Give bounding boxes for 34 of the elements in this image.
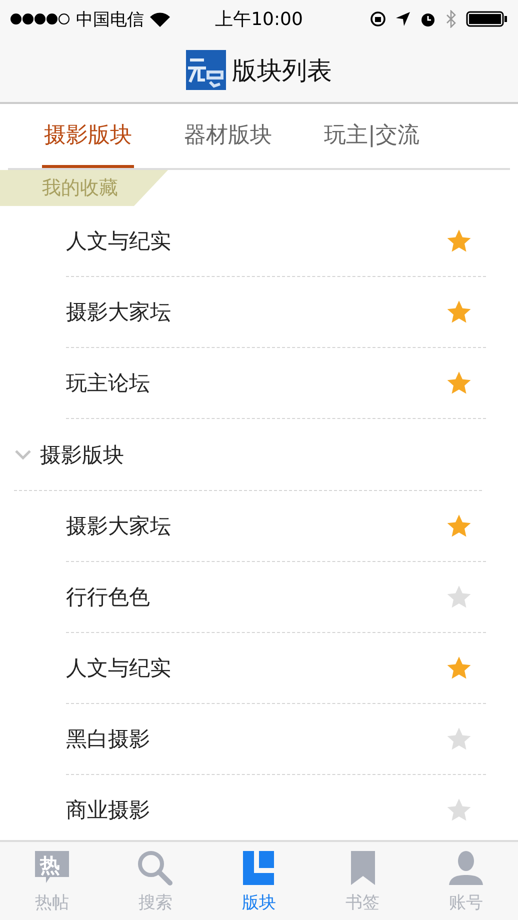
location-arrow-icon	[396, 12, 410, 26]
category-tab[interactable]: 玩主|交流	[322, 104, 422, 168]
tab-bar-item[interactable]: 版块	[207, 842, 311, 920]
favorite-star-toggle[interactable]	[446, 726, 472, 752]
chevron-icon	[14, 448, 32, 460]
wifi-icon	[150, 12, 170, 26]
bluetooth-icon	[446, 10, 456, 28]
search-icon	[136, 848, 174, 886]
board-name[interactable]: 摄影大家坛	[66, 298, 446, 326]
page-title: 版块列表	[232, 54, 332, 86]
battery-icon	[466, 11, 508, 27]
logo-icon	[186, 50, 226, 90]
favorite-star-toggle[interactable]	[446, 370, 472, 396]
board-name[interactable]: 行行色色	[66, 583, 446, 611]
board-name[interactable]: 黑白摄影	[66, 725, 446, 753]
board-name[interactable]: 摄影大家坛	[66, 512, 446, 540]
group-header[interactable]: 摄影版块	[14, 419, 482, 491]
favorite-star-toggle[interactable]	[446, 655, 472, 681]
board-name[interactable]: 人文与纪实	[66, 654, 446, 682]
board-name[interactable]: 商业摄影	[66, 796, 446, 824]
favorite-star-toggle[interactable]	[446, 513, 472, 539]
category-tab[interactable]: 器材版块	[182, 104, 274, 168]
favorite-star-toggle[interactable]	[446, 228, 472, 254]
signal-icon	[10, 13, 70, 25]
person-icon	[447, 848, 486, 886]
board-name[interactable]: 玩主论坛	[66, 369, 446, 397]
group-title: 摄影版块	[40, 442, 124, 468]
section-banner: 我的收藏	[0, 170, 168, 206]
favorite-star-toggle[interactable]	[446, 797, 472, 823]
clock-time: 上午10:00	[215, 9, 303, 30]
carrier-name: 中国电信	[76, 8, 144, 30]
favorite-star-toggle[interactable]	[446, 299, 472, 325]
board-name[interactable]: 人文与纪实	[66, 227, 446, 255]
favorite-star-toggle[interactable]	[446, 584, 472, 610]
